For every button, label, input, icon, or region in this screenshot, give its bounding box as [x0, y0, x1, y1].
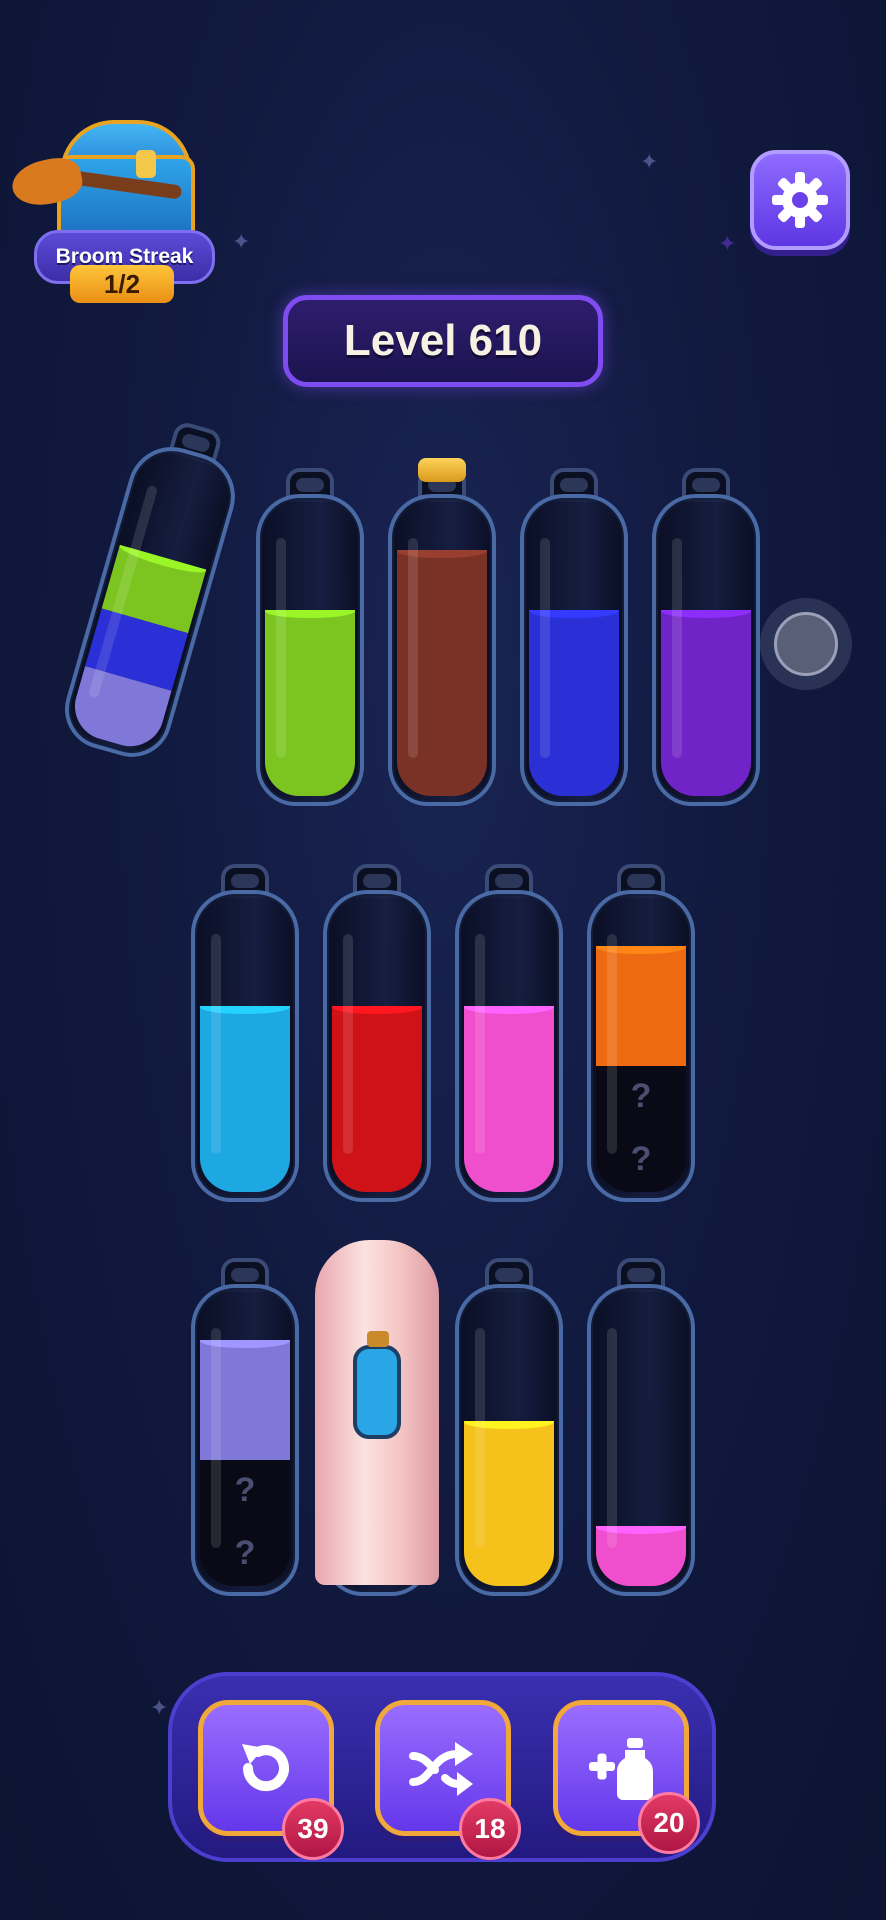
question-mark-icon: ?: [630, 1076, 652, 1115]
shuffle-count-badge: 18: [459, 1798, 521, 1860]
bottle[interactable]: [55, 412, 253, 767]
glass-shine: [672, 538, 682, 758]
streak-count: 1/2: [70, 265, 174, 303]
bottle-body: [520, 494, 628, 806]
bottle[interactable]: [520, 468, 628, 806]
bottle[interactable]: [388, 458, 496, 806]
add-bottle-icon: [589, 1738, 653, 1800]
level-banner: Level 610: [283, 295, 603, 387]
bottle[interactable]: [191, 864, 299, 1202]
glass-shine: [607, 1328, 617, 1548]
bottle[interactable]: [256, 468, 364, 806]
bottle[interactable]: [315, 1240, 439, 1596]
glass-shine: [211, 934, 221, 1154]
bottle-body: [652, 494, 760, 806]
bottle[interactable]: [455, 1258, 563, 1596]
question-mark-icon: ?: [234, 1533, 256, 1572]
question-mark-icon: ?: [630, 1139, 652, 1178]
undo-icon: [242, 1744, 289, 1792]
gear-icon: [772, 172, 828, 228]
bottle-body: [256, 494, 364, 806]
glass-shine: [475, 1328, 485, 1548]
bottle[interactable]: [652, 468, 760, 806]
glass-shine: [475, 934, 485, 1154]
cloth-cover: [315, 1240, 439, 1585]
bottle-body: ??: [191, 1284, 299, 1596]
glass-shine: [276, 538, 286, 758]
bottle-body: [191, 890, 299, 1202]
undo-count-badge: 39: [282, 1798, 344, 1860]
broom-streak-widget[interactable]: Broom Streak 1/2: [8, 115, 215, 305]
add-bottle-count-badge: 20: [638, 1792, 700, 1854]
star-decoration: ✦: [718, 232, 737, 257]
glass-shine: [607, 934, 617, 1154]
bottle-body: [388, 494, 496, 806]
bottle-body: ??: [587, 890, 695, 1202]
shuffle-icon: [409, 1742, 473, 1796]
broom-icon: [8, 153, 183, 211]
bottle[interactable]: [587, 1258, 695, 1596]
bottle[interactable]: [455, 864, 563, 1202]
bottle[interactable]: ??: [191, 1258, 299, 1596]
star-decoration: ✦: [232, 230, 251, 255]
touch-indicator: [760, 598, 852, 690]
glass-shine: [540, 538, 550, 758]
star-decoration: ✦: [150, 1696, 169, 1721]
bottle[interactable]: ??: [587, 864, 695, 1202]
bottle-body: [323, 890, 431, 1202]
bottle[interactable]: [323, 864, 431, 1202]
liquid-stack: [66, 544, 207, 755]
bottle-body: [455, 890, 563, 1202]
glass-shine: [211, 1328, 221, 1548]
star-decoration: ✦: [640, 150, 659, 175]
bottle-body: [55, 436, 246, 767]
glass-shine: [343, 934, 353, 1154]
bottle-body: [587, 1284, 695, 1596]
settings-button[interactable]: [750, 150, 850, 250]
bottle-body: [455, 1284, 563, 1596]
cork-icon: [418, 458, 466, 482]
potion-icon: [353, 1331, 401, 1439]
glass-shine: [408, 538, 418, 758]
question-mark-icon: ?: [234, 1470, 256, 1509]
level-label: Level 610: [343, 316, 543, 365]
